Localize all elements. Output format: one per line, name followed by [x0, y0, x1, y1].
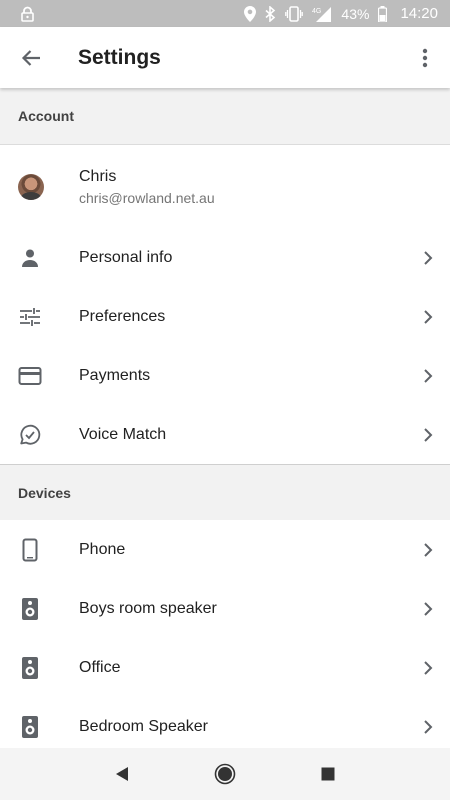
- navigation-bar: [0, 748, 450, 800]
- chevron-right-icon: [424, 427, 433, 442]
- person-icon: [22, 249, 38, 267]
- nav-home-button[interactable]: [205, 754, 245, 794]
- battery-percent: 43%: [341, 5, 370, 22]
- row-label: Phone: [79, 540, 126, 558]
- chevron-right-icon: [424, 601, 433, 616]
- section-header-account: Account: [0, 88, 450, 145]
- chevron-right-icon: [424, 368, 433, 383]
- speaker-icon: [22, 656, 38, 679]
- row-label: Personal info: [79, 248, 173, 266]
- row-voice-match[interactable]: Voice Match: [0, 405, 450, 464]
- arrow-back-icon: [21, 49, 40, 66]
- app-bar: Settings: [0, 27, 450, 88]
- status-bar: 4G 43% 14:20: [0, 0, 450, 27]
- square-recents-icon: [321, 767, 335, 781]
- location-icon: [244, 5, 257, 22]
- nav-recents-button[interactable]: [308, 754, 348, 794]
- avatar: [18, 173, 44, 200]
- account-name: Chris: [79, 167, 117, 185]
- speaker-icon: [22, 715, 38, 738]
- row-label: Preferences: [79, 307, 166, 325]
- speaker-icon: [22, 597, 38, 620]
- credit-card-icon: [18, 366, 42, 385]
- section-header-devices: Devices: [0, 464, 450, 520]
- lock-icon: [20, 6, 35, 22]
- row-label: Voice Match: [79, 425, 167, 443]
- more-options-button[interactable]: [400, 27, 450, 88]
- devices-list: Phone Boys room speaker Office Bedroom S…: [0, 520, 450, 756]
- triangle-back-icon: [115, 767, 128, 781]
- account-list: Chris chris@rowland.net.au Personal info…: [0, 145, 450, 464]
- chevron-right-icon: [424, 542, 433, 557]
- signal-icon: 4G: [312, 6, 332, 22]
- account-row[interactable]: Chris chris@rowland.net.au: [0, 145, 450, 228]
- chevron-right-icon: [424, 309, 433, 324]
- more-vert-icon: [422, 48, 428, 67]
- row-label: Payments: [79, 366, 151, 384]
- vibrate-icon: [285, 5, 304, 22]
- circle-home-icon: [214, 763, 236, 785]
- page-title: Settings: [78, 45, 161, 69]
- nav-back-button[interactable]: [102, 754, 142, 794]
- row-label: Boys room speaker: [79, 599, 217, 617]
- svg-text:4G: 4G: [312, 8, 321, 15]
- chevron-right-icon: [424, 660, 433, 675]
- row-device-boys-room-speaker[interactable]: Boys room speaker: [0, 579, 450, 638]
- tune-icon: [20, 307, 40, 326]
- row-payments[interactable]: Payments: [0, 346, 450, 405]
- row-device-office[interactable]: Office: [0, 638, 450, 697]
- row-personal-info[interactable]: Personal info: [0, 228, 450, 287]
- back-button[interactable]: [0, 27, 62, 88]
- row-label: Bedroom Speaker: [79, 717, 208, 735]
- voice-match-icon: [20, 424, 41, 445]
- chevron-right-icon: [424, 719, 433, 734]
- row-preferences[interactable]: Preferences: [0, 287, 450, 346]
- battery-icon: [378, 5, 388, 22]
- clock: 14:20: [400, 5, 438, 22]
- phone-icon: [22, 538, 38, 561]
- row-label: Office: [79, 658, 121, 676]
- account-email: chris@rowland.net.au: [79, 189, 215, 206]
- chevron-right-icon: [424, 250, 433, 265]
- bluetooth-icon: [265, 5, 276, 22]
- row-device-phone[interactable]: Phone: [0, 520, 450, 579]
